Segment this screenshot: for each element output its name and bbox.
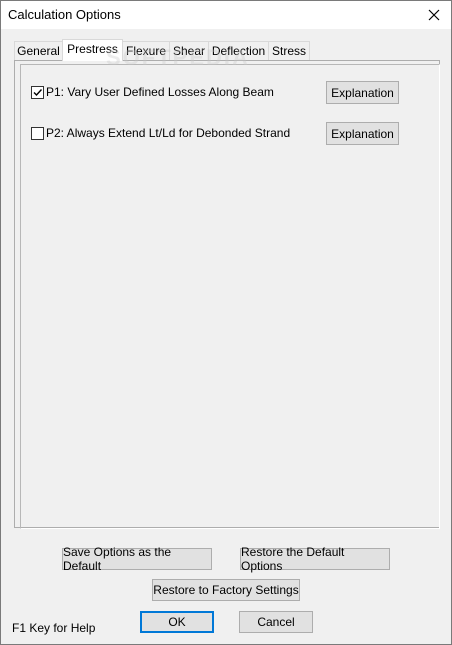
save-default-button[interactable]: Save Options as the Default [62,545,212,573]
close-icon[interactable] [417,1,451,29]
help-hint: F1 Key for Help [12,621,96,635]
restore-factory-button[interactable]: Restore to Factory Settings [152,579,300,601]
dialog-window: Calculation Options SOFTPEDIA General Pr… [0,0,452,645]
title-bar: Calculation Options [1,1,451,29]
option-p1-checkbox[interactable] [31,85,44,99]
cancel-button[interactable]: Cancel [239,611,313,633]
watermark: SOFTPEDIA [106,45,250,70]
tab-panel: P1: Vary User Defined Losses Along Beam … [14,60,440,529]
ok-button[interactable]: OK [140,611,214,633]
window-title: Calculation Options [8,7,121,22]
option-p2-checkbox[interactable] [31,126,44,140]
option-p1-explanation-button[interactable]: Explanation [326,81,399,104]
option-p1[interactable]: P1: Vary User Defined Losses Along Beam [31,85,274,99]
option-p2-label: P2: Always Extend Lt/Ld for Debonded Str… [46,126,291,140]
checkmark-icon [33,88,43,96]
restore-default-button[interactable]: Restore the Default Options [240,545,390,573]
option-p2-explanation-button[interactable]: Explanation [326,122,399,145]
tab-general[interactable]: General [14,41,63,60]
tab-stress[interactable]: Stress [268,41,310,60]
option-p2[interactable]: P2: Always Extend Lt/Ld for Debonded Str… [31,126,290,140]
tab-panel-inner: P1: Vary User Defined Losses Along Beam … [20,64,440,529]
option-p1-label: P1: Vary User Defined Losses Along Beam [46,85,274,99]
